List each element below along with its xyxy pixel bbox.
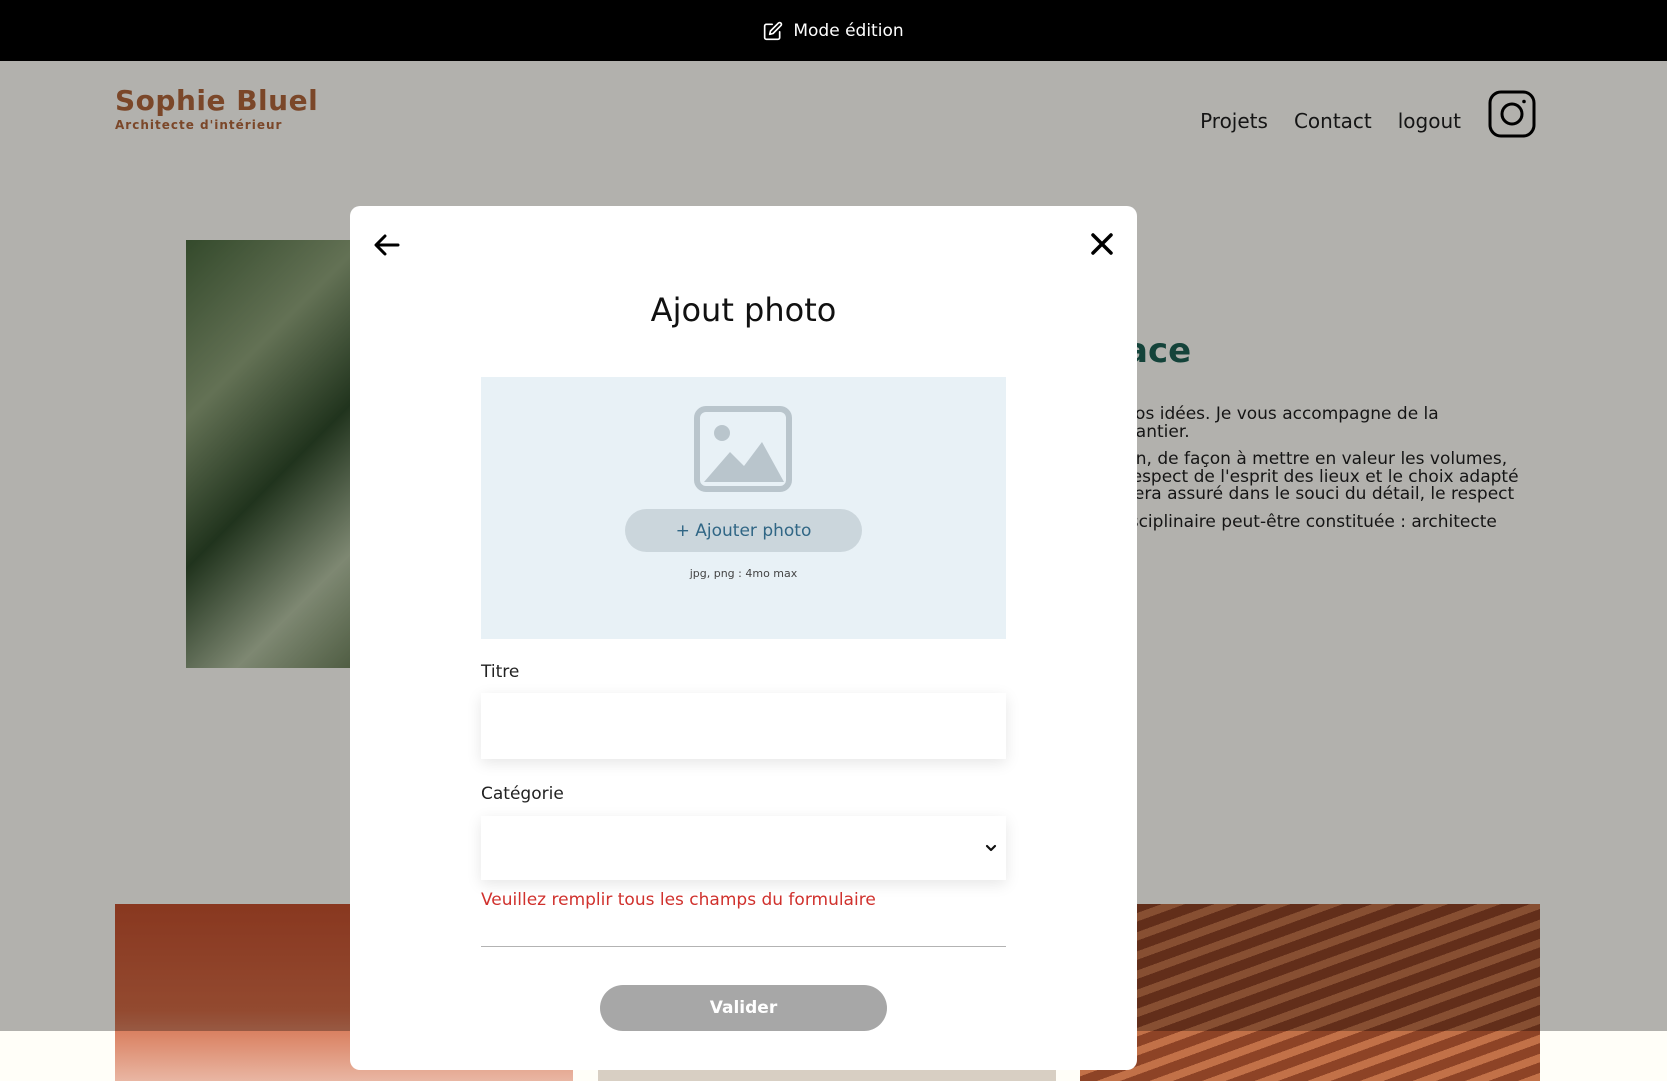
close-icon[interactable] [1089, 231, 1115, 257]
divider [481, 946, 1006, 947]
arrow-left-icon[interactable] [372, 230, 402, 260]
modal-title: Ajout photo [650, 291, 837, 329]
upload-hint: jpg, png : 4mo max [689, 567, 798, 580]
edit-mode-bar: Mode édition [0, 0, 1667, 61]
add-photo-modal: Ajout photo + Ajouter photo jpg, png : 4… [350, 206, 1137, 1070]
chevron-down-icon [985, 844, 997, 852]
title-label: Titre [481, 662, 520, 682]
image-icon [694, 406, 792, 492]
add-photo-button[interactable]: + Ajouter photo [625, 509, 862, 552]
photo-dropzone[interactable]: + Ajouter photo jpg, png : 4mo max [481, 377, 1006, 639]
edit-mode-label: Mode édition [793, 20, 904, 41]
submit-button[interactable]: Valider [600, 985, 887, 1031]
title-input[interactable] [481, 693, 1006, 759]
category-select[interactable] [481, 816, 1006, 880]
form-error-message: Veuillez remplir tous les champs du form… [481, 890, 876, 910]
edit-icon [764, 21, 783, 40]
category-label: Catégorie [481, 784, 564, 804]
